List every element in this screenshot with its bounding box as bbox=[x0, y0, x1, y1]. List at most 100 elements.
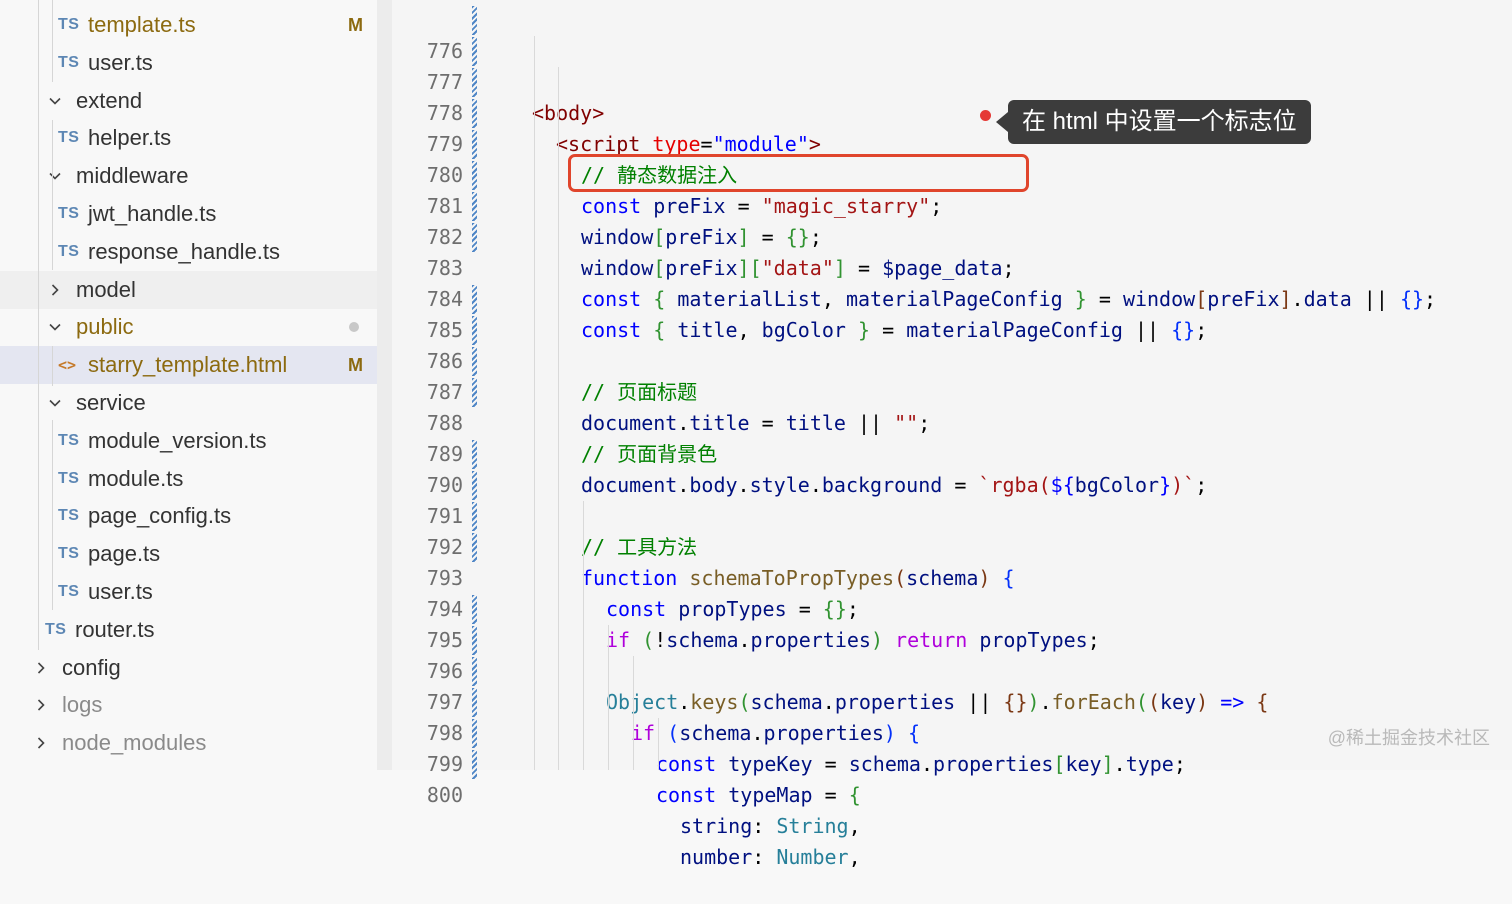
code-text: string: String, bbox=[680, 814, 861, 838]
watermark: @稀土掘金技术社区 bbox=[1327, 728, 1490, 748]
git-change-marker bbox=[472, 223, 477, 252]
tree-file[interactable]: TS page.ts bbox=[0, 535, 377, 573]
chevron-down-icon bbox=[48, 320, 62, 334]
code-line: 786 document.title = title || ""; bbox=[392, 315, 1512, 435]
typescript-file-icon: TS bbox=[58, 431, 80, 449]
git-status-badge: M bbox=[348, 354, 363, 375]
typescript-file-icon: TS bbox=[58, 129, 80, 147]
tree-item-label: user.ts bbox=[88, 49, 153, 75]
code-line: 779 const preFix = "magic_starry"; bbox=[392, 98, 1512, 218]
indent-guide bbox=[658, 718, 659, 770]
tree-item-label: response_handle.ts bbox=[88, 238, 281, 264]
code-line: 788 document.body.style.background = `rg… bbox=[392, 377, 1512, 497]
tree-file[interactable]: TS user.ts bbox=[0, 44, 377, 82]
tree-file[interactable]: TS user.ts bbox=[0, 573, 377, 611]
git-change-marker bbox=[472, 192, 477, 221]
tree-file[interactable]: TS module.ts bbox=[0, 460, 377, 498]
code-line: 777 <script type="module"> bbox=[392, 36, 1512, 156]
typescript-file-icon: TS bbox=[45, 620, 67, 638]
code-text: number: Number, bbox=[680, 845, 861, 869]
code-line: 785 // 页面标题 bbox=[392, 284, 1512, 404]
git-change-marker bbox=[472, 37, 477, 66]
tree-folder[interactable]: middleware bbox=[0, 157, 377, 195]
tree-item-label: module_version.ts bbox=[88, 427, 267, 453]
tree-item-label: node_modules bbox=[62, 730, 207, 756]
tree-file[interactable]: TS jwt_handle.ts bbox=[0, 195, 377, 233]
typescript-file-icon: TS bbox=[58, 583, 80, 600]
git-change-marker bbox=[472, 719, 477, 748]
tree-folder[interactable]: public bbox=[0, 308, 377, 346]
tree-indent-guide bbox=[52, 195, 53, 270]
file-explorer: TS template.ts M TS user.ts extend TS helper.ts… bbox=[0, 0, 377, 770]
code-text: const typeMap = { bbox=[656, 783, 861, 807]
chevron-down-icon bbox=[48, 169, 62, 183]
code-line: 794 bbox=[392, 563, 1512, 621]
tree-file[interactable]: <> starry_template.html M bbox=[0, 346, 377, 385]
git-status-badge: M bbox=[348, 14, 363, 35]
git-change-marker bbox=[472, 626, 477, 655]
code-line: 778 // 静态数据注入 bbox=[392, 67, 1512, 187]
git-change-marker bbox=[472, 161, 477, 190]
tree-folder[interactable]: extend bbox=[0, 82, 377, 120]
indent-guide bbox=[633, 656, 634, 770]
tree-indent-guide bbox=[52, 0, 53, 82]
git-change-marker bbox=[472, 99, 477, 128]
tree-file[interactable]: TS page_config.ts bbox=[0, 497, 377, 535]
tree-item-label: service bbox=[76, 390, 146, 415]
code-line: 797 const typeKey = schema.properties[ke… bbox=[392, 656, 1512, 776]
git-change-marker bbox=[472, 316, 477, 345]
code-editor[interactable]: 776 <body> 777 <script type="module"> 77… bbox=[392, 0, 1512, 869]
explorer-scrollbar[interactable] bbox=[377, 0, 392, 770]
tree-file[interactable]: TS response_handle.ts bbox=[0, 233, 377, 271]
tree-item-label: module.ts bbox=[88, 465, 184, 491]
annotation-tooltip: 在 html 中设置一个标志位 bbox=[996, 100, 1311, 144]
tree-item-label: middleware bbox=[76, 163, 189, 189]
tree-indent-guide bbox=[38, 0, 39, 650]
tree-folder[interactable]: node_modules bbox=[0, 724, 377, 762]
tree-file[interactable]: TS module_version.ts bbox=[0, 422, 377, 460]
chevron-right-icon bbox=[34, 736, 48, 750]
indent-guide bbox=[608, 625, 609, 770]
typescript-file-icon: TS bbox=[58, 53, 80, 71]
code-line: 789 bbox=[392, 408, 1512, 466]
git-change-marker bbox=[472, 750, 477, 779]
code-line: 784 bbox=[392, 253, 1512, 311]
code-line: 776 <body> bbox=[392, 5, 1512, 125]
git-change-marker bbox=[472, 130, 477, 159]
code-line: 787 // 页面背景色 bbox=[392, 346, 1512, 466]
code-line: 791 function schemaToPropTypes(schema) { bbox=[392, 470, 1512, 590]
code-line: 792 const propTypes = {}; bbox=[392, 501, 1512, 621]
tree-indent-guide bbox=[52, 346, 53, 386]
code-line: 798 const typeMap = { bbox=[392, 687, 1512, 807]
tree-folder[interactable]: logs bbox=[0, 686, 377, 724]
tree-item-label: config bbox=[62, 654, 121, 680]
tree-item-label: starry_template.html bbox=[88, 352, 288, 378]
tree-file[interactable]: TS helper.ts bbox=[0, 119, 377, 157]
tree-folder[interactable]: model bbox=[0, 270, 377, 309]
tree-item-label: page.ts bbox=[88, 541, 161, 567]
code-line: 790 // 工具方法 bbox=[392, 439, 1512, 559]
git-change-marker bbox=[472, 688, 477, 717]
code-line: 796 if (schema.properties) { bbox=[392, 625, 1512, 745]
tree-file[interactable]: TS template.ts M bbox=[0, 6, 377, 44]
git-change-marker bbox=[472, 285, 477, 314]
tree-folder[interactable]: config bbox=[0, 649, 377, 687]
chevron-right-icon bbox=[48, 283, 62, 297]
git-change-marker bbox=[472, 68, 477, 97]
code-line: 795 Object.keys(schema.properties || {})… bbox=[392, 594, 1512, 714]
tree-item-label: page_config.ts bbox=[88, 503, 232, 529]
typescript-file-icon: TS bbox=[58, 545, 80, 563]
chevron-down-icon bbox=[48, 396, 62, 410]
tree-file[interactable]: TS router.ts bbox=[0, 611, 377, 649]
annotation-dot bbox=[980, 110, 991, 121]
html-file-icon: <> bbox=[58, 356, 77, 375]
tree-item-label: jwt_handle.ts bbox=[88, 201, 217, 226]
tree-indent-guide bbox=[52, 420, 53, 610]
typescript-file-icon: TS bbox=[58, 469, 80, 487]
indent-guide bbox=[583, 501, 584, 770]
tree-item-label: helper.ts bbox=[88, 125, 172, 151]
tree-folder[interactable]: service bbox=[0, 384, 377, 422]
typescript-file-icon: TS bbox=[58, 242, 80, 260]
tree-item-label: user.ts bbox=[88, 579, 153, 604]
chevron-down-icon bbox=[48, 94, 62, 108]
